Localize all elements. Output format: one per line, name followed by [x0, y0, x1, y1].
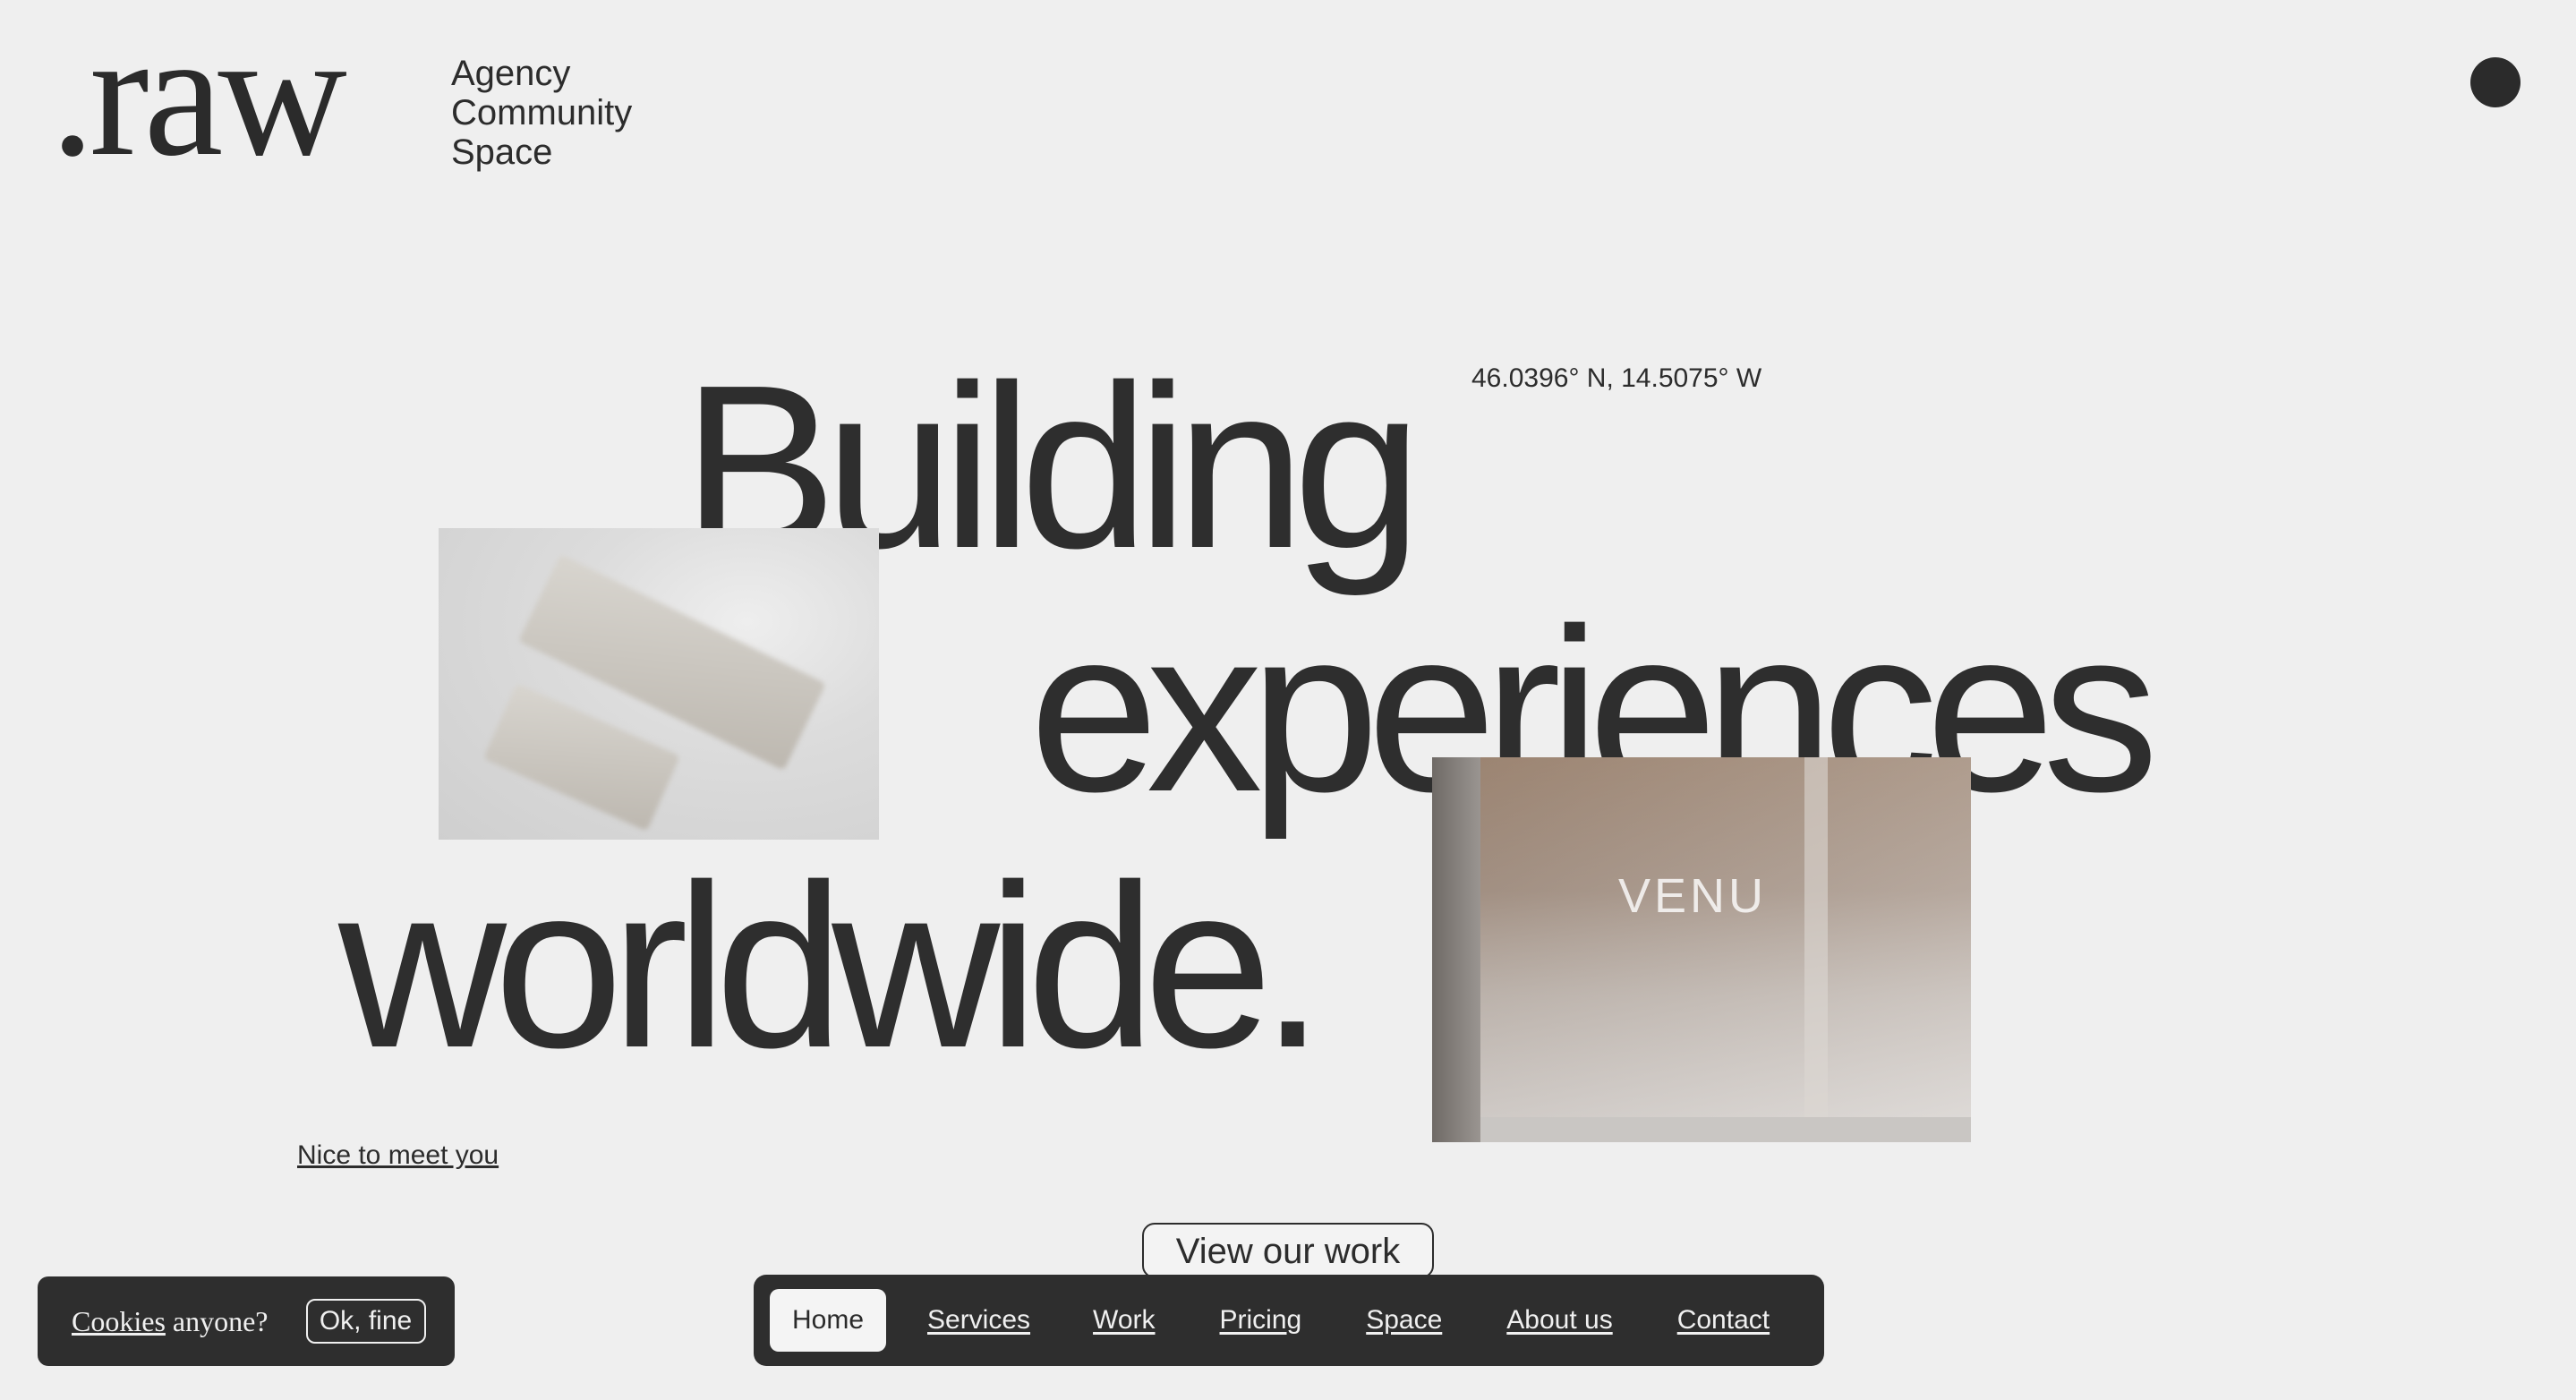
- hero-title-worldwide: worldwide.: [338, 837, 1325, 1097]
- nav-contact[interactable]: Contact: [1677, 1305, 1770, 1336]
- cookie-question: anyone?: [165, 1304, 269, 1337]
- menu-circle-icon[interactable]: [2470, 57, 2521, 107]
- nav-work[interactable]: Work: [1093, 1305, 1155, 1336]
- nav-space[interactable]: Space: [1366, 1305, 1442, 1336]
- logo[interactable]: .raw: [50, 5, 347, 184]
- cookie-text: Cookies anyone?: [72, 1305, 269, 1338]
- community-space-paragraph: Community Space: [451, 93, 633, 172]
- bricks-image: [439, 528, 879, 840]
- agency-title: Agency: [451, 54, 571, 93]
- nav-services[interactable]: Services: [927, 1305, 1030, 1336]
- nav-pricing[interactable]: Pricing: [1220, 1305, 1302, 1336]
- venu-sign-text: VENU: [1618, 869, 1768, 923]
- nav-home[interactable]: Home: [770, 1289, 886, 1352]
- cookies-link[interactable]: Cookies: [72, 1305, 166, 1337]
- coordinates-text: 46.0396° N, 14.5075° W: [1471, 363, 1762, 393]
- cookie-banner: Cookies anyone? Ok, fine: [38, 1276, 455, 1366]
- cookie-accept-button[interactable]: Ok, fine: [305, 1299, 426, 1344]
- venu-storefront-image: VENU: [1432, 757, 1971, 1142]
- nice-to-meet-you-link[interactable]: Nice to meet you: [297, 1140, 499, 1171]
- bottom-nav: Home Services Work Pricing Space About u…: [754, 1275, 1824, 1366]
- nav-about-us[interactable]: About us: [1506, 1305, 1612, 1336]
- view-our-work-button[interactable]: View our work: [1142, 1223, 1434, 1278]
